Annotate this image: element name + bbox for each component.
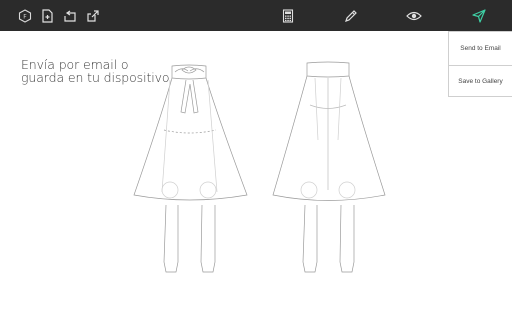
front-bow-loops [174,68,205,73]
top-toolbar: F [0,0,512,31]
send-icon[interactable] [465,0,493,31]
front-side-guides [161,79,218,193]
front-hip-guide [163,129,217,134]
calculator-icon[interactable] [274,0,302,31]
save-to-gallery-option[interactable]: Save to Gallery [449,65,512,97]
share-dropdown-menu: Send to Email Save to Gallery [448,31,512,97]
front-bow-knot [181,66,197,74]
back-skirt-body [272,75,386,201]
share-icon[interactable] [79,0,107,31]
back-left-leg-outline [302,204,318,273]
back-right-leg-outline [339,204,355,273]
back-waistband [306,61,350,78]
front-right-knee-guide [199,181,217,199]
front-right-leg-outline [200,204,216,273]
svg-text:F: F [23,13,27,20]
back-left-knee-guide [300,181,318,199]
front-left-leg-outline [163,204,179,273]
send-to-email-option[interactable]: Send to Email [449,32,512,66]
front-left-knee-guide [161,181,179,199]
back-right-knee-guide [338,181,356,199]
pencil-icon[interactable] [337,0,365,31]
eye-icon[interactable] [400,0,428,31]
front-skirt-body [133,77,248,201]
skirt-technical-sketch [133,61,386,273]
front-sash-tie [180,79,199,114]
